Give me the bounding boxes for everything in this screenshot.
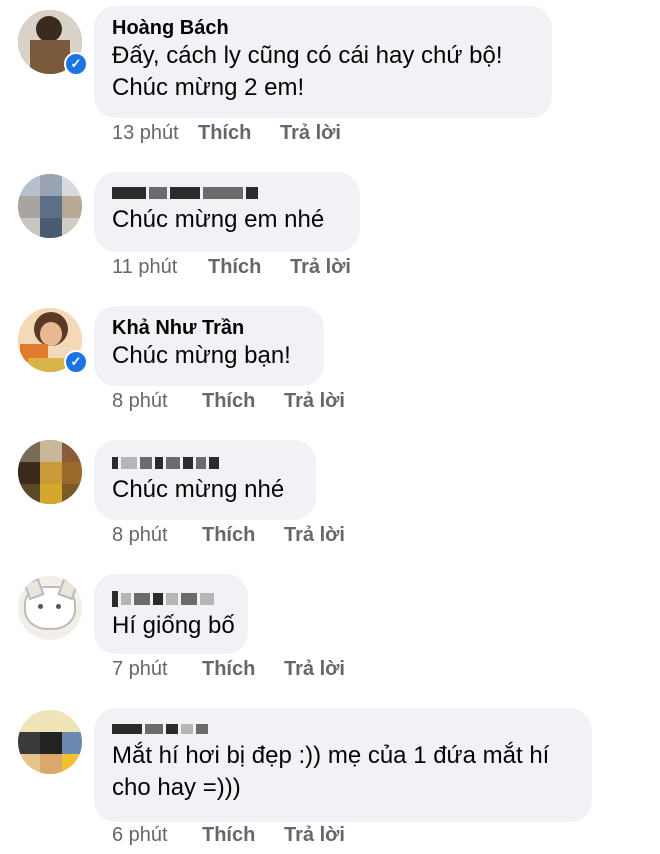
comment-bubble: Chúc mừng nhé — [94, 440, 316, 520]
comment-actions: 8 phút Thích Trả lời — [112, 524, 345, 547]
blurred-author-name[interactable] — [112, 184, 342, 202]
comment-bubble: Mắt hí hơi bị đẹp :)) mẹ của 1 đứa mắt h… — [94, 708, 592, 822]
comment-bubble: Hoàng Bách Đấy, cách ly cũng có cái hay … — [94, 6, 552, 118]
blurred-author-name[interactable] — [112, 454, 298, 472]
comment-actions: 13 phút Thích Trả lời — [112, 122, 341, 145]
avatar[interactable] — [18, 440, 82, 504]
comment-text-line: Chúc mừng 2 em! — [112, 74, 305, 101]
comment-time[interactable]: 8 phút — [112, 390, 202, 413]
avatar[interactable] — [18, 710, 82, 774]
comment-text-line: Chúc mừng em nhé — [112, 206, 325, 233]
comment-time[interactable]: 11 phút — [112, 256, 208, 279]
comment-actions: 11 phút Thích Trả lời — [112, 256, 351, 279]
comment-text-line: Chúc mừng nhé — [112, 476, 285, 503]
comment-time[interactable]: 8 phút — [112, 524, 202, 547]
comment-actions: 7 phút Thích Trả lời — [112, 658, 345, 681]
reply-button[interactable]: Trả lời — [290, 256, 351, 279]
comment-bubble: Chúc mừng em nhé — [94, 172, 360, 252]
comment-author[interactable]: Khả Như Trần — [112, 316, 306, 340]
verified-badge-icon: ✓ — [64, 52, 88, 76]
avatar[interactable] — [18, 174, 82, 238]
comment-bubble: Khả Như Trần Chúc mừng bạn! — [94, 306, 324, 386]
comment-actions: 6 phút Thích Trả lời — [112, 824, 345, 847]
comment-actions: 8 phút Thích Trả lời — [112, 390, 345, 413]
comment-text-line: Hí giống bố — [112, 612, 235, 639]
comment-text-line: Đấy, cách ly cũng có cái hay chứ bộ! — [112, 42, 503, 69]
reply-button[interactable]: Trả lời — [284, 824, 345, 847]
comment-text-line: cho hay =))) — [112, 774, 241, 801]
like-button[interactable]: Thích — [202, 658, 284, 681]
verified-badge-icon: ✓ — [64, 350, 88, 374]
comment-text-line: Mắt hí hơi bị đẹp :)) mẹ của 1 đứa mắt h… — [112, 742, 550, 769]
blurred-author-name[interactable] — [112, 590, 230, 608]
avatar[interactable] — [18, 576, 82, 640]
like-button[interactable]: Thích — [202, 524, 284, 547]
reply-button[interactable]: Trả lời — [280, 122, 341, 145]
like-button[interactable]: Thích — [208, 256, 290, 279]
like-button[interactable]: Thích — [198, 122, 280, 145]
like-button[interactable]: Thích — [202, 390, 284, 413]
reply-button[interactable]: Trả lời — [284, 390, 345, 413]
blurred-author-name[interactable] — [112, 720, 574, 738]
reply-button[interactable]: Trả lời — [284, 524, 345, 547]
comment-author[interactable]: Hoàng Bách — [112, 16, 534, 40]
reply-button[interactable]: Trả lời — [284, 658, 345, 681]
comment-time[interactable]: 6 phút — [112, 824, 202, 847]
like-button[interactable]: Thích — [202, 824, 284, 847]
comment-time[interactable]: 7 phút — [112, 658, 202, 681]
comment-time[interactable]: 13 phút — [112, 122, 198, 145]
comment-bubble: Hí giống bố — [94, 574, 248, 654]
comment-text-line: Chúc mừng bạn! — [112, 342, 291, 369]
